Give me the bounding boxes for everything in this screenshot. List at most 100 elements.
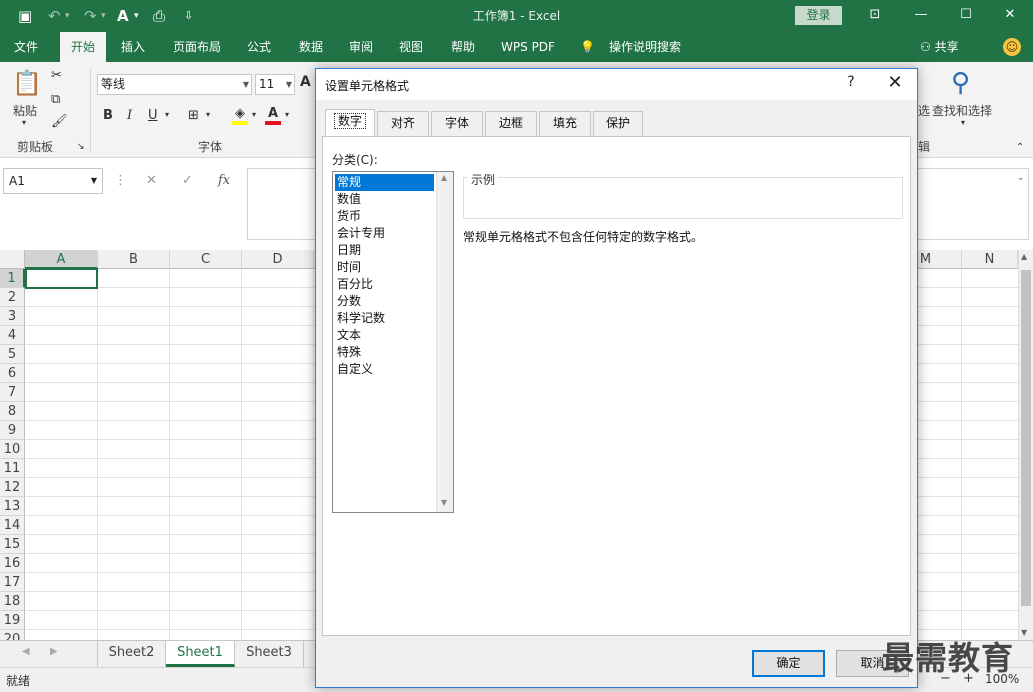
row-header[interactable]: 13	[0, 497, 25, 516]
cut-icon[interactable]: ✂	[51, 68, 62, 83]
category-item[interactable]: 文本	[335, 327, 434, 344]
search-icon[interactable]: ⚲	[951, 68, 970, 98]
row-header[interactable]: 3	[0, 307, 25, 326]
paste-label[interactable]: 粘贴	[13, 102, 37, 119]
tab-protection[interactable]: 保护	[593, 111, 643, 136]
row-header[interactable]: 11	[0, 459, 25, 478]
category-item[interactable]: 时间	[335, 259, 434, 276]
paste-dropdown-icon[interactable]: ▾	[22, 118, 26, 127]
row-header[interactable]: 6	[0, 364, 25, 383]
row-header[interactable]: 2	[0, 288, 25, 307]
sheet-tab-sheet2[interactable]: Sheet2	[97, 641, 166, 667]
minimize-icon[interactable]: —	[906, 4, 936, 26]
name-box[interactable]: A1 ▼	[3, 168, 103, 194]
selected-cell-a1[interactable]	[25, 268, 98, 289]
find-select-dropdown-icon[interactable]: ▾	[961, 118, 965, 127]
clipboard-launcher-icon[interactable]: ↘	[77, 142, 85, 152]
tell-me-search[interactable]: 操作说明搜索	[604, 32, 686, 62]
row-header[interactable]: 7	[0, 383, 25, 402]
category-item[interactable]: 百分比	[335, 276, 434, 293]
row-header[interactable]: 15	[0, 535, 25, 554]
copy-icon[interactable]: ⧉	[51, 92, 60, 107]
tab-fill[interactable]: 填充	[539, 111, 591, 136]
share-button[interactable]: ⚇ 共享	[920, 32, 959, 62]
tab-file[interactable]: 文件	[4, 32, 48, 62]
tab-border[interactable]: 边框	[485, 111, 537, 136]
row-header[interactable]: 16	[0, 554, 25, 573]
row-header[interactable]: 4	[0, 326, 25, 345]
paste-icon[interactable]: 📋	[12, 68, 42, 98]
category-item[interactable]: 自定义	[335, 361, 434, 378]
row-header[interactable]: 14	[0, 516, 25, 535]
collapse-ribbon-icon[interactable]: ⌃	[1016, 142, 1024, 153]
tab-insert[interactable]: 插入	[112, 32, 154, 62]
scroll-thumb[interactable]	[1021, 270, 1031, 606]
column-header-n[interactable]: N	[962, 250, 1018, 269]
fill-color-dropdown-icon[interactable]: ▾	[252, 110, 256, 119]
vertical-scrollbar[interactable]: ▲ ▼	[1018, 250, 1033, 640]
sheet-tab-sheet1[interactable]: Sheet1	[166, 641, 235, 667]
maximize-icon[interactable]: ☐	[951, 4, 981, 26]
feedback-smiley-icon[interactable]: ☺	[1003, 38, 1021, 56]
insert-function-icon[interactable]: fx	[218, 173, 230, 188]
font-color-dropdown-icon[interactable]: ▾	[285, 110, 289, 119]
row-header[interactable]: 12	[0, 478, 25, 497]
row-header[interactable]: 10	[0, 440, 25, 459]
fill-color-icon[interactable]: ◈	[232, 106, 248, 125]
borders-dropdown-icon[interactable]: ▾	[206, 110, 210, 119]
row-header[interactable]: 1	[0, 269, 25, 288]
select-all-corner[interactable]	[0, 250, 25, 269]
row-header[interactable]: 8	[0, 402, 25, 421]
format-painter-icon[interactable]: 🖌	[51, 114, 68, 129]
font-color-icon[interactable]: A	[265, 106, 281, 125]
tab-data[interactable]: 数据	[290, 32, 332, 62]
sheet-prev-icon[interactable]: ◀	[22, 646, 30, 657]
underline-dropdown-icon[interactable]: ▾	[165, 110, 169, 119]
tab-page-layout[interactable]: 页面布局	[166, 32, 228, 62]
tab-wps-pdf[interactable]: WPS PDF	[496, 32, 560, 62]
cancel-formula-icon[interactable]: ✕	[146, 173, 157, 188]
find-select-button[interactable]: 查找和选择	[932, 102, 992, 119]
category-item[interactable]: 会计专用	[335, 225, 434, 242]
category-item[interactable]: 货币	[335, 208, 434, 225]
help-button[interactable]: ?	[843, 74, 859, 90]
close-window-icon[interactable]: ✕	[995, 4, 1025, 26]
column-header-a[interactable]: A	[25, 250, 98, 269]
tab-view[interactable]: 视图	[390, 32, 432, 62]
sheet-next-icon[interactable]: ▶	[50, 646, 58, 657]
category-item[interactable]: 日期	[335, 242, 434, 259]
bold-button[interactable]: B	[103, 108, 113, 123]
italic-button[interactable]: I	[127, 108, 132, 123]
column-header-c[interactable]: C	[170, 250, 242, 269]
row-header[interactable]: 5	[0, 345, 25, 364]
column-header-d[interactable]: D	[242, 250, 314, 269]
tab-formulas[interactable]: 公式	[238, 32, 280, 62]
borders-icon[interactable]: ⊞	[188, 108, 199, 123]
tab-number[interactable]: 数字	[325, 109, 375, 137]
category-item[interactable]: 常规	[335, 174, 434, 191]
close-dialog-icon[interactable]: ✕	[885, 72, 905, 93]
font-name-select[interactable]: 等线 ▼	[97, 74, 252, 95]
category-item[interactable]: 科学记数	[335, 310, 434, 327]
row-header[interactable]: 17	[0, 573, 25, 592]
scroll-up-icon[interactable]: ▲	[441, 173, 447, 182]
tab-alignment[interactable]: 对齐	[377, 111, 429, 136]
font-size-select[interactable]: 11 ▼	[255, 74, 295, 95]
row-header[interactable]: 9	[0, 421, 25, 440]
tab-font[interactable]: 字体	[431, 111, 483, 136]
tab-review[interactable]: 审阅	[340, 32, 382, 62]
ok-button[interactable]: 确定	[752, 650, 825, 677]
column-header-b[interactable]: B	[98, 250, 170, 269]
scroll-down-icon[interactable]: ▼	[441, 498, 447, 507]
row-header[interactable]: 18	[0, 592, 25, 611]
increase-font-icon[interactable]: A	[300, 74, 311, 90]
category-item[interactable]: 特殊	[335, 344, 434, 361]
scroll-down-icon[interactable]: ▼	[1021, 628, 1027, 637]
sheet-tab-sheet3[interactable]: Sheet3	[235, 641, 304, 667]
row-header[interactable]: 19	[0, 611, 25, 630]
category-item[interactable]: 数值	[335, 191, 434, 208]
tab-help[interactable]: 帮助	[442, 32, 484, 62]
category-item[interactable]: 分数	[335, 293, 434, 310]
enter-formula-icon[interactable]: ✓	[182, 173, 193, 188]
category-list[interactable]: 常规 数值 货币 会计专用 日期 时间 百分比 分数 科学记数 文本 特殊 自定义 ▲ ▼	[332, 171, 454, 513]
